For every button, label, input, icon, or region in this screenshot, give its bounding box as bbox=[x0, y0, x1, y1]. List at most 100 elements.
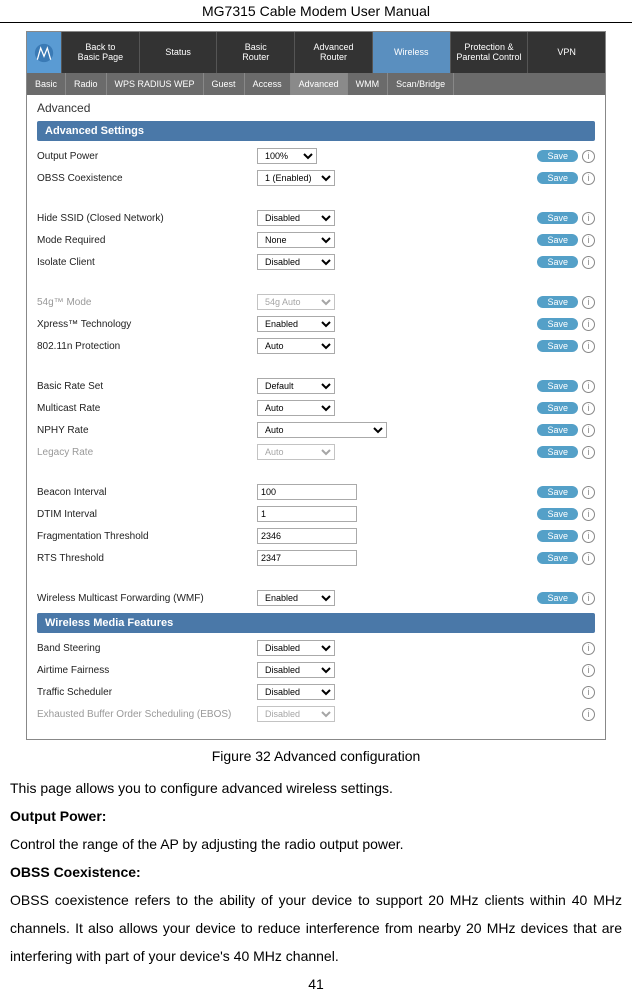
para-intro: This page allows you to configure advanc… bbox=[8, 774, 624, 802]
page-subtitle: Advanced bbox=[37, 101, 595, 115]
info-icon[interactable]: i bbox=[582, 318, 595, 331]
subnav-item-7[interactable]: Scan/Bridge bbox=[388, 73, 454, 95]
topnav-item-4[interactable]: Wireless bbox=[372, 32, 450, 73]
group1-select-0[interactable]: 100% bbox=[257, 148, 317, 164]
subnav-item-6[interactable]: WMM bbox=[348, 73, 389, 95]
group4-select-1[interactable]: Auto bbox=[257, 400, 335, 416]
topnav-item-3[interactable]: Advanced Router bbox=[294, 32, 372, 73]
group5-save-2[interactable]: Save bbox=[537, 530, 578, 542]
info-icon[interactable]: i bbox=[582, 446, 595, 459]
group5-input-1[interactable] bbox=[257, 506, 357, 522]
subnav-item-4[interactable]: Access bbox=[245, 73, 291, 95]
group3-row-0: 54g™ Mode54g Auto Savei bbox=[37, 291, 595, 313]
group7-label-3: Exhausted Buffer Order Scheduling (EBOS) bbox=[37, 709, 257, 720]
group3-save-1[interactable]: Save bbox=[537, 318, 578, 330]
group5-row-2: Fragmentation ThresholdSavei bbox=[37, 525, 595, 547]
topnav-item-0[interactable]: Back to Basic Page bbox=[61, 32, 139, 73]
info-icon[interactable]: i bbox=[582, 212, 595, 225]
router-ui-screenshot: Back to Basic PageStatusBasic RouterAdva… bbox=[26, 31, 606, 740]
info-icon[interactable]: i bbox=[582, 380, 595, 393]
subnav-item-3[interactable]: Guest bbox=[204, 73, 245, 95]
info-icon[interactable]: i bbox=[582, 172, 595, 185]
group4-select-2[interactable]: Auto bbox=[257, 422, 387, 438]
group4-label-0: Basic Rate Set bbox=[37, 381, 257, 392]
group3-select-1[interactable]: Enabled bbox=[257, 316, 335, 332]
group1-label-0: Output Power bbox=[37, 151, 257, 162]
group6-select-0[interactable]: Enabled bbox=[257, 590, 335, 606]
section-wireless-media: Wireless Media Features bbox=[37, 613, 595, 633]
group1-row-1: OBSS Coexistence1 (Enabled) Savei bbox=[37, 167, 595, 189]
group1-save-0[interactable]: Save bbox=[537, 150, 578, 162]
info-icon[interactable]: i bbox=[582, 402, 595, 415]
group3-select-2[interactable]: Auto bbox=[257, 338, 335, 354]
group2-label-1: Mode Required bbox=[37, 235, 257, 246]
group7-row-1: Airtime FairnessDisabledi bbox=[37, 659, 595, 681]
group3-save-0[interactable]: Save bbox=[537, 296, 578, 308]
group2-save-1[interactable]: Save bbox=[537, 234, 578, 246]
info-icon[interactable]: i bbox=[582, 686, 595, 699]
group2-select-2[interactable]: Disabled bbox=[257, 254, 335, 270]
group2-label-2: Isolate Client bbox=[37, 257, 257, 268]
group3-save-2[interactable]: Save bbox=[537, 340, 578, 352]
group1-save-1[interactable]: Save bbox=[537, 172, 578, 184]
group5-save-3[interactable]: Save bbox=[537, 552, 578, 564]
motorola-logo bbox=[27, 32, 61, 73]
group1-select-1[interactable]: 1 (Enabled) bbox=[257, 170, 335, 186]
info-icon[interactable]: i bbox=[582, 234, 595, 247]
group5-input-2[interactable] bbox=[257, 528, 357, 544]
sub-nav: BasicRadioWPS RADIUS WEPGuestAccessAdvan… bbox=[27, 73, 605, 95]
group7-select-2[interactable]: Disabled bbox=[257, 684, 335, 700]
subnav-item-2[interactable]: WPS RADIUS WEP bbox=[107, 73, 204, 95]
group4-select-3[interactable]: Auto bbox=[257, 444, 335, 460]
group2-label-0: Hide SSID (Closed Network) bbox=[37, 213, 257, 224]
subnav-item-5[interactable]: Advanced bbox=[291, 73, 348, 95]
group4-save-0[interactable]: Save bbox=[537, 380, 578, 392]
group3-label-0: 54g™ Mode bbox=[37, 297, 257, 308]
group2-select-0[interactable]: Disabled bbox=[257, 210, 335, 226]
group1-label-1: OBSS Coexistence bbox=[37, 173, 257, 184]
group4-select-0[interactable]: Default bbox=[257, 378, 335, 394]
group2-save-0[interactable]: Save bbox=[537, 212, 578, 224]
info-icon[interactable]: i bbox=[582, 642, 595, 655]
group5-row-3: RTS Threshold Savei bbox=[37, 547, 595, 569]
topnav-item-6[interactable]: VPN bbox=[527, 32, 605, 73]
group6-save-0[interactable]: Save bbox=[537, 592, 578, 604]
topnav-item-2[interactable]: Basic Router bbox=[216, 32, 294, 73]
page-number: 41 bbox=[8, 976, 624, 992]
page-header: MG7315 Cable Modem User Manual bbox=[0, 0, 632, 23]
topnav-item-1[interactable]: Status bbox=[139, 32, 217, 73]
info-icon[interactable]: i bbox=[582, 256, 595, 269]
group3-select-0[interactable]: 54g Auto bbox=[257, 294, 335, 310]
figure-caption: Figure 32 Advanced configuration bbox=[8, 748, 624, 764]
info-icon[interactable]: i bbox=[582, 552, 595, 565]
group2-select-1[interactable]: None bbox=[257, 232, 335, 248]
info-icon[interactable]: i bbox=[582, 664, 595, 677]
group7-select-0[interactable]: Disabled bbox=[257, 640, 335, 656]
info-icon[interactable]: i bbox=[582, 296, 595, 309]
group5-save-1[interactable]: Save bbox=[537, 508, 578, 520]
info-icon[interactable]: i bbox=[582, 592, 595, 605]
group5-save-0[interactable]: Save bbox=[537, 486, 578, 498]
group5-label-3: RTS Threshold bbox=[37, 553, 257, 564]
subnav-item-1[interactable]: Radio bbox=[66, 73, 107, 95]
group2-row-1: Mode RequiredNone Savei bbox=[37, 229, 595, 251]
info-icon[interactable]: i bbox=[582, 708, 595, 721]
group4-save-2[interactable]: Save bbox=[537, 424, 578, 436]
group4-save-1[interactable]: Save bbox=[537, 402, 578, 414]
info-icon[interactable]: i bbox=[582, 424, 595, 437]
group7-select-1[interactable]: Disabled bbox=[257, 662, 335, 678]
group5-input-3[interactable] bbox=[257, 550, 357, 566]
info-icon[interactable]: i bbox=[582, 508, 595, 521]
subnav-item-0[interactable]: Basic bbox=[27, 73, 66, 95]
info-icon[interactable]: i bbox=[582, 150, 595, 163]
group4-save-3[interactable]: Save bbox=[537, 446, 578, 458]
group5-input-0[interactable] bbox=[257, 484, 357, 500]
group2-save-2[interactable]: Save bbox=[537, 256, 578, 268]
group7-select-3[interactable]: Disabled bbox=[257, 706, 335, 722]
group7-label-0: Band Steering bbox=[37, 643, 257, 654]
info-icon[interactable]: i bbox=[582, 530, 595, 543]
topnav-item-5[interactable]: Protection & Parental Control bbox=[450, 32, 528, 73]
group4-label-3: Legacy Rate bbox=[37, 447, 257, 458]
info-icon[interactable]: i bbox=[582, 340, 595, 353]
info-icon[interactable]: i bbox=[582, 486, 595, 499]
